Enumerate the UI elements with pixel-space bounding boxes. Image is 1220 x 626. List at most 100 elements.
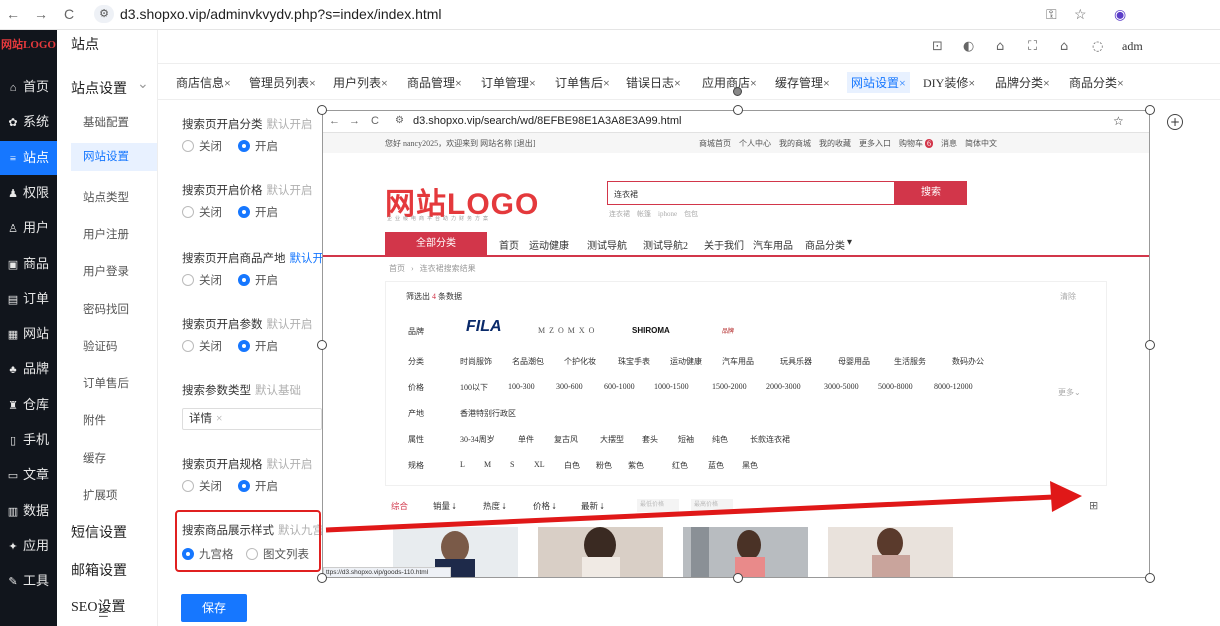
filter-option[interactable]: 名品潮包: [512, 356, 544, 367]
filter-option[interactable]: 1500-2000: [712, 382, 747, 391]
rotate-handle[interactable]: [733, 87, 742, 96]
close-icon[interactable]: ×: [224, 76, 231, 90]
filter-option[interactable]: M Z O M X O: [538, 326, 595, 335]
filter-option[interactable]: 白色: [564, 460, 580, 471]
product-image[interactable]: [828, 527, 953, 577]
preview-clear-link[interactable]: 清除: [1060, 291, 1076, 302]
preview-nav-item[interactable]: 首页: [499, 237, 519, 252]
theme-icon[interactable]: ◐: [963, 39, 974, 54]
reload-icon[interactable]: C: [64, 6, 74, 22]
resize-handle[interactable]: [1145, 105, 1155, 115]
param-type-tag[interactable]: 详情 ×: [182, 408, 322, 430]
price-max-input[interactable]: 最高价格: [691, 499, 733, 512]
star-icon[interactable]: ☆: [1074, 6, 1087, 23]
sort-option[interactable]: 最新 ⭣: [581, 500, 604, 512]
tab-12[interactable]: 品牌分类×: [995, 74, 1050, 91]
hot-keyword[interactable]: 帐篷: [637, 210, 651, 218]
tab-11[interactable]: DIY装修×: [923, 74, 975, 91]
preview-forward-icon[interactable]: →: [349, 115, 360, 127]
filter-option[interactable]: 紫色: [628, 460, 644, 471]
grid-view-icon[interactable]: ⊞: [1089, 499, 1098, 512]
sub-menu-item[interactable]: 订单售后: [83, 375, 129, 391]
radio-on[interactable]: 开启: [238, 272, 278, 288]
filter-option[interactable]: 复古风: [554, 434, 578, 445]
sort-option[interactable]: 价格 ⭣: [533, 500, 556, 512]
sidebar-item-15[interactable]: ✎ 工具: [0, 564, 57, 598]
filter-option[interactable]: 大摆型: [600, 434, 624, 445]
close-icon[interactable]: ×: [823, 76, 830, 90]
sidebar-item-5[interactable]: ♙ 用户: [0, 211, 57, 245]
tab-5[interactable]: 订单管理×: [481, 74, 536, 91]
preview-address[interactable]: d3.shopxo.vip/search/wd/8EFBE98E1A3A8E3A…: [413, 115, 681, 127]
filter-option[interactable]: 黑色: [742, 460, 758, 471]
save-button[interactable]: 保存: [181, 594, 247, 622]
close-icon[interactable]: ×: [674, 76, 681, 90]
filter-option[interactable]: 套头: [642, 434, 658, 445]
filter-option[interactable]: 8000-12000: [934, 382, 973, 391]
tab-8[interactable]: 应用商店×: [702, 74, 757, 91]
site-info-icon[interactable]: ⚙: [94, 5, 114, 23]
profile-icon[interactable]: ◉: [1114, 6, 1126, 23]
filter-option[interactable]: S: [510, 460, 514, 469]
close-icon[interactable]: ×: [750, 76, 757, 90]
resize-handle[interactable]: [317, 105, 327, 115]
filter-option[interactable]: 珠宝手表: [618, 356, 650, 367]
preview-star-icon[interactable]: ☆: [1113, 114, 1124, 128]
add-icon[interactable]: +: [1167, 114, 1183, 130]
screenshot-icon[interactable]: ⊡: [932, 39, 943, 54]
hot-keyword[interactable]: iphone: [658, 210, 677, 218]
filter-option[interactable]: 100以下: [460, 382, 488, 393]
sidebar-item-4[interactable]: ♟ 权限: [0, 176, 57, 210]
top-link[interactable]: 我的商城: [779, 139, 811, 148]
sidebar-item-12[interactable]: ▭ 文章: [0, 458, 57, 492]
filter-option[interactable]: 个护化妆: [564, 356, 596, 367]
tab-9[interactable]: 缓存管理×: [775, 74, 830, 91]
sub-menu-item[interactable]: 用户注册: [83, 226, 129, 242]
top-link[interactable]: 更多入口: [859, 139, 891, 148]
filter-option[interactable]: 粉色: [596, 460, 612, 471]
radio-off[interactable]: 关闭: [182, 478, 222, 494]
bell-icon[interactable]: ◌: [1092, 39, 1103, 54]
filter-option[interactable]: 单件: [518, 434, 534, 445]
filter-option[interactable]: XL: [534, 460, 545, 469]
close-icon[interactable]: ×: [899, 76, 906, 90]
tab-3[interactable]: 用户列表×: [333, 74, 388, 91]
product-image[interactable]: [538, 527, 663, 577]
close-icon[interactable]: ×: [1117, 76, 1124, 90]
filter-option[interactable]: L: [460, 460, 465, 469]
sub-menu-item[interactable]: 密码找回: [83, 301, 129, 317]
sub-menu-item[interactable]: 扩展项: [83, 487, 118, 503]
sort-option[interactable]: 综合: [391, 500, 408, 512]
close-icon[interactable]: ×: [455, 76, 462, 90]
top-link[interactable]: 购物车: [899, 139, 923, 148]
filter-option[interactable]: 短袖: [678, 434, 694, 445]
sidebar-item-7[interactable]: ▤ 订单: [0, 282, 57, 316]
product-image[interactable]: [683, 527, 808, 577]
preview-more-link[interactable]: 更多⌄: [1058, 387, 1081, 398]
filter-option[interactable]: 香港特别行政区: [460, 408, 516, 419]
tab-10[interactable]: 网站设置×: [847, 72, 910, 93]
filter-option[interactable]: 品牌: [722, 326, 734, 335]
filter-option[interactable]: 红色: [672, 460, 688, 471]
sub-menu-item[interactable]: 验证码: [83, 338, 118, 354]
preview-reload-icon[interactable]: C: [371, 115, 379, 127]
filter-option[interactable]: 5000-8000: [878, 382, 913, 391]
filter-option[interactable]: 时尚服饰: [460, 356, 492, 367]
sidebar-item-10[interactable]: ♜ 仓库: [0, 388, 57, 422]
sub-menu-item[interactable]: 附件: [83, 412, 106, 428]
resize-handle[interactable]: [733, 573, 743, 583]
filter-option[interactable]: 纯色: [712, 434, 728, 445]
preview-search-input[interactable]: 连衣裙: [607, 181, 895, 205]
radio-off[interactable]: 关闭: [182, 272, 222, 288]
radio-off[interactable]: 关闭: [182, 338, 222, 354]
sidebar-item-1[interactable]: ⌂ 首页: [0, 70, 57, 104]
filter-option[interactable]: FILA: [466, 318, 502, 336]
close-icon[interactable]: ×: [309, 76, 316, 90]
close-icon[interactable]: ×: [216, 413, 223, 425]
filter-option[interactable]: 母婴用品: [838, 356, 870, 367]
preview-nav-item[interactable]: 测试导航2: [643, 237, 688, 252]
filter-option[interactable]: 生活服务: [894, 356, 926, 367]
top-link[interactable]: 消息: [941, 139, 957, 148]
resize-handle[interactable]: [317, 573, 327, 583]
user-name[interactable]: adm: [1122, 39, 1143, 54]
